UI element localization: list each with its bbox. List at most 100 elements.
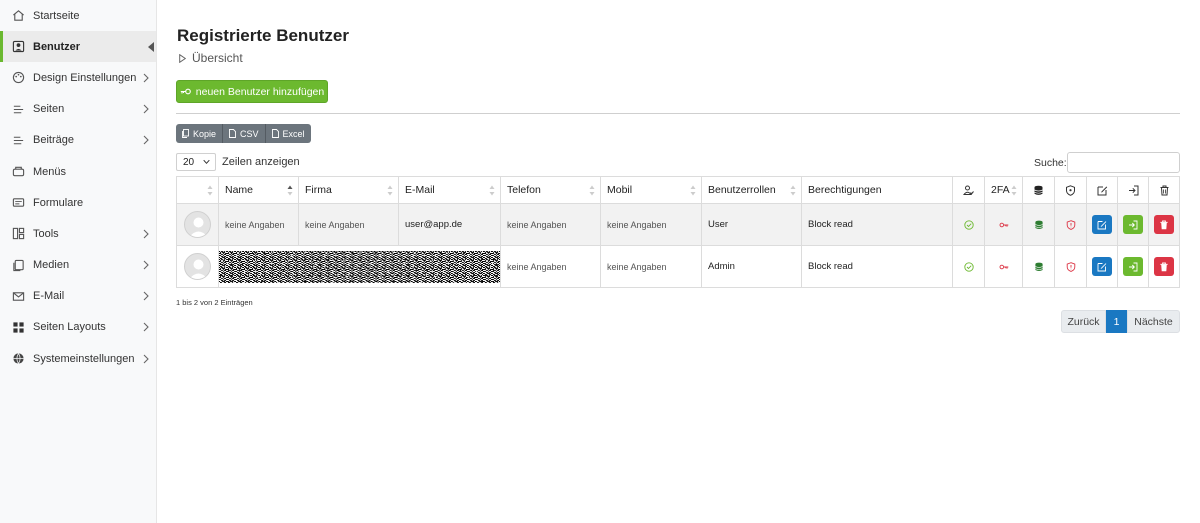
col-database[interactable] [1022,176,1055,204]
col-name[interactable]: Name [218,176,299,204]
sidebar-item-formulare[interactable]: Formulare [0,187,156,218]
role-cell: User [701,203,802,246]
col-telefon[interactable]: Telefon [500,176,601,204]
sidebar-item-label: Medien [33,259,70,272]
lines-icon [11,102,25,116]
shield-cell[interactable] [1054,245,1087,288]
tray-icon [11,165,25,179]
col-mobil[interactable]: Mobil [600,176,702,204]
sidebar-item-beitraege[interactable]: Beiträge [0,125,156,156]
col-name-label: Name [225,184,254,196]
twofa-cell[interactable] [984,245,1023,288]
sidebar-item-medien[interactable]: Medien [0,250,156,281]
col-2fa[interactable]: 2FA [984,176,1023,204]
col-shield[interactable] [1054,176,1087,204]
search-input[interactable] [1067,152,1180,173]
sidebar-item-label: Startseite [33,9,80,22]
twofa-cell[interactable] [984,203,1023,246]
col-firma[interactable]: Firma [298,176,399,204]
chevron-right-icon [142,229,150,239]
table-info: 1 bis 2 von 2 Einträgen [176,298,253,307]
sort-icon [790,185,796,196]
role-cell: Admin [701,245,802,288]
chevron-right-icon [142,322,150,332]
prev-page-button[interactable]: Zurück [1061,310,1106,333]
home-icon [11,9,25,23]
col-login[interactable] [1117,176,1149,204]
permission-cell: Block read [801,245,953,288]
database-cell[interactable] [1022,203,1055,246]
delete-button[interactable] [1154,257,1174,276]
sort-icon [387,185,393,196]
sidebar: Startseite Benutzer Design Einstellungen… [0,0,157,523]
edit-button[interactable] [1092,215,1112,234]
table-row: keine Angaben keine Angaben Admin Block … [176,245,1180,288]
col-rollen[interactable]: Benutzerrollen [701,176,802,204]
sidebar-item-email[interactable]: E-Mail [0,281,156,312]
login-icon [1128,185,1138,196]
permission-cell: Block read [801,203,953,246]
add-user-button[interactable]: neuen Benutzer hinzufügen [176,80,328,103]
chevron-down-icon [203,159,210,165]
globe-icon [11,352,25,366]
redacted-pattern [219,250,500,283]
sort-icon [690,185,696,196]
email-cell: user@app.de [398,203,501,246]
layout-icon [11,227,25,241]
avatar-cell [176,245,219,288]
verified-cell [952,203,985,246]
shield-cell[interactable] [1054,203,1087,246]
col-avatar[interactable] [176,176,219,204]
edit-icon [1097,220,1107,229]
sidebar-item-label: Benutzer [33,40,81,53]
table-header-row: Name Firma E-Mail Telefon Mobil Benutzer… [176,176,1180,204]
database-icon [1034,262,1043,271]
grid-icon [11,320,25,334]
mobil-cell: keine Angaben [600,245,702,288]
sidebar-item-label: Tools [33,227,59,240]
check-circle-icon [963,262,974,272]
database-cell[interactable] [1022,245,1055,288]
sidebar-item-system[interactable]: Systemeinstellungen [0,343,156,374]
edit-icon [1097,262,1107,271]
sidebar-item-label: Systemeinstellungen [33,352,135,365]
chevron-right-icon [142,135,150,145]
login-as-button[interactable] [1123,215,1143,234]
next-page-button[interactable]: Nächste [1127,310,1180,333]
edit-button[interactable] [1092,257,1112,276]
col-edit[interactable] [1086,176,1118,204]
export-buttons: Kopie CSV Excel [176,124,311,143]
sidebar-item-tools[interactable]: Tools [0,218,156,249]
login-icon [1129,220,1138,229]
rows-per-page-value: 20 [183,156,195,168]
col-user-check[interactable] [952,176,985,204]
sidebar-item-label: Design Einstellungen [33,71,137,84]
sort-icon [489,185,495,196]
csv-label: CSV [240,128,259,139]
database-icon [1034,220,1043,229]
sidebar-item-seiten[interactable]: Seiten [0,94,156,125]
avatar [184,253,211,280]
overview-toggle[interactable]: Übersicht [179,51,243,65]
col-delete[interactable] [1148,176,1180,204]
copy-button[interactable]: Kopie [176,124,224,143]
name-cell: keine Angaben [218,203,299,246]
delete-cell [1148,203,1180,246]
sidebar-item-menues[interactable]: Menüs [0,156,156,187]
page-1-button[interactable]: 1 [1106,310,1127,333]
mail-icon [11,289,25,303]
excel-button[interactable]: Excel [265,124,311,143]
col-berechtigungen[interactable]: Berechtigungen [801,176,953,204]
sidebar-item-startseite[interactable]: Startseite [0,0,156,31]
rows-per-page-select[interactable]: 20 [176,153,216,171]
csv-button[interactable]: CSV [223,124,266,143]
sidebar-item-design[interactable]: Design Einstellungen [0,62,156,93]
login-as-button[interactable] [1123,257,1143,276]
delete-button[interactable] [1154,215,1174,234]
login-cell [1117,203,1149,246]
sidebar-item-layouts[interactable]: Seiten Layouts [0,312,156,343]
sidebar-item-benutzer[interactable]: Benutzer [0,31,156,63]
col-email[interactable]: E-Mail [398,176,501,204]
chevron-right-icon [142,260,150,270]
trash-icon [1160,185,1168,196]
